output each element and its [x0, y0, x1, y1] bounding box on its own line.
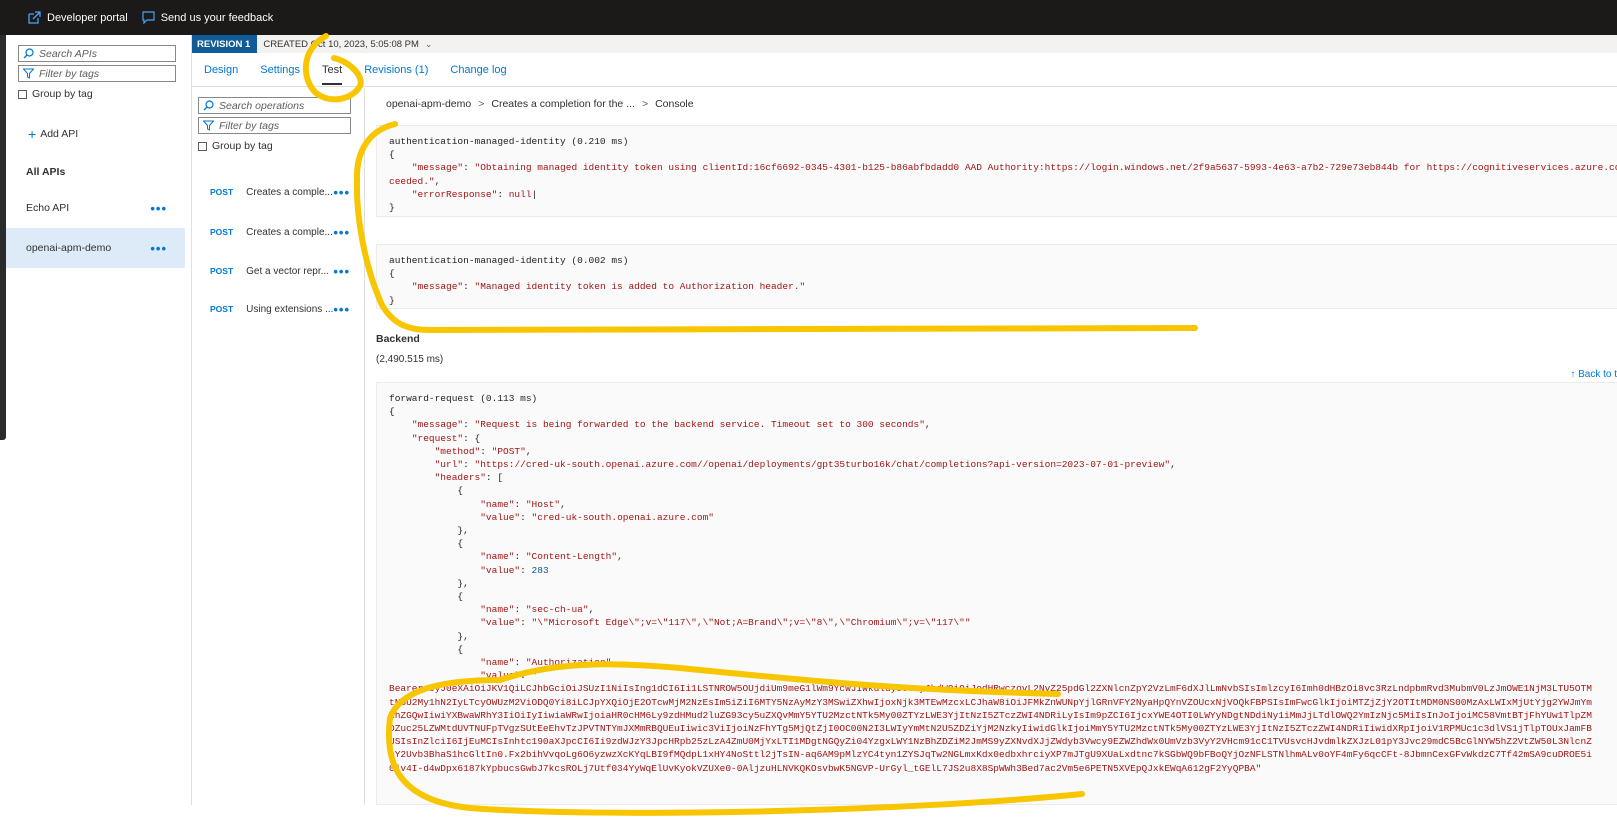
- operation-label: Using extensions ...: [246, 303, 334, 315]
- revision-bar: REVISION 1 CREATED Oct 10, 2023, 5:05:08…: [192, 35, 1617, 53]
- plus-icon: +: [28, 126, 37, 142]
- filter-tags-placeholder: Filter by tags: [39, 67, 100, 80]
- breadcrumb-api[interactable]: openai-apm-demo: [386, 98, 471, 110]
- search-apis-placeholder: Search APIs: [39, 47, 97, 60]
- revision-created: CREATED Oct 10, 2023, 5:05:08 PM: [263, 38, 419, 50]
- all-apis-heading: All APIs: [26, 166, 66, 178]
- method-badge: POST: [210, 187, 234, 197]
- header-name: Content-Length: [531, 551, 612, 563]
- tab-settings[interactable]: Settings: [260, 58, 300, 82]
- checkbox-box[interactable]: [198, 141, 207, 151]
- group-by-tag-checkbox[interactable]: Group by tag: [198, 140, 273, 152]
- filter-icon: [203, 120, 214, 131]
- more-options-icon[interactable]: •••: [333, 185, 350, 200]
- more-options-icon[interactable]: •••: [150, 241, 167, 256]
- filter-tags-input[interactable]: Filter by tags: [198, 117, 351, 134]
- trace-header: authentication-managed-identity (0.002 m…: [389, 255, 629, 266]
- request-method: POST: [497, 445, 521, 457]
- group-by-tag-label: Group by tag: [32, 88, 93, 100]
- developer-portal-label: Developer portal: [47, 11, 128, 24]
- feedback-link[interactable]: Send us your feedback: [142, 11, 274, 24]
- method-badge: POST: [210, 266, 234, 276]
- more-options-icon[interactable]: •••: [333, 264, 350, 279]
- top-bar: Developer portal Send us your feedback: [0, 0, 1617, 35]
- method-badge: POST: [210, 227, 234, 237]
- tab-change-log[interactable]: Change log: [450, 58, 506, 82]
- filter-tags-placeholder: Filter by tags: [219, 119, 280, 132]
- api-list-pane: Search APIs Filter by tags Group by tag …: [6, 35, 192, 805]
- chevron-right-icon: >: [641, 98, 649, 110]
- more-options-icon[interactable]: •••: [150, 201, 167, 216]
- filter-tags-input[interactable]: Filter by tags: [18, 65, 176, 82]
- authorization-token: Bearer eyJ0eXAiOiJKV1QiLCJhbGciOiJSUzI1N…: [389, 683, 1592, 774]
- back-to-top-link[interactable]: ↑ Back to t: [1570, 369, 1617, 380]
- trace-message-cont: ceeded.: [389, 175, 429, 187]
- method-badge: POST: [210, 304, 234, 314]
- more-options-icon[interactable]: •••: [333, 302, 350, 317]
- tab-revisions[interactable]: Revisions (1): [364, 58, 428, 82]
- header-value: 283: [531, 564, 549, 576]
- breadcrumb-operation[interactable]: Creates a completion for the ...: [491, 98, 635, 110]
- search-operations-placeholder: Search operations: [219, 99, 305, 112]
- add-api-label: Add API: [40, 128, 79, 140]
- search-icon: [203, 100, 214, 111]
- trace-block-auth-1: authentication-managed-identity (0.210 m…: [376, 125, 1617, 217]
- external-link-icon: [28, 11, 41, 24]
- add-api-button[interactable]: + Add API: [28, 126, 79, 142]
- header-name: sec-ch-ua: [531, 604, 583, 616]
- operations-pane: Search operations Filter by tags Group b…: [192, 88, 365, 805]
- trace-console: authentication-managed-identity (0.210 m…: [365, 117, 1617, 805]
- backend-duration: (2,490.515 ms): [376, 354, 444, 365]
- chevron-down-icon[interactable]: ⌄: [425, 39, 433, 50]
- feedback-icon: [142, 11, 155, 24]
- operation-item[interactable]: POST Creates a comple... •••: [192, 213, 364, 251]
- header-value: \"Microsoft Edge\";v=\"117\",\"Not;A=Bra…: [537, 617, 965, 629]
- trace-block-forward-request: forward-request (0.113 ms) { "message": …: [376, 382, 1617, 805]
- operation-item[interactable]: POST Using extensions ... •••: [192, 290, 364, 328]
- operation-item[interactable]: POST Creates a comple... •••: [192, 173, 364, 211]
- header-name: Authorization: [531, 657, 606, 669]
- tab-test[interactable]: Test: [322, 58, 343, 85]
- developer-portal-link[interactable]: Developer portal: [28, 11, 128, 24]
- api-item-label: openai-apm-demo: [26, 242, 112, 254]
- trace-message: Obtaining managed identity token using c…: [480, 162, 1617, 174]
- more-options-icon[interactable]: •••: [333, 225, 350, 240]
- backend-section-title: Backend: [376, 333, 420, 345]
- api-item-openai-apm-demo[interactable]: openai-apm-demo •••: [6, 228, 185, 268]
- tab-design[interactable]: Design: [204, 58, 238, 82]
- trace-message: Request is being forwarded to the backen…: [480, 419, 920, 431]
- header-name: Host: [531, 498, 555, 510]
- trace-block-auth-2: authentication-managed-identity (0.002 m…: [376, 244, 1617, 309]
- operation-item[interactable]: POST Get a vector repr... •••: [192, 252, 364, 290]
- request-url: https://cred-uk-south.openai.azure.com//…: [480, 459, 1165, 471]
- operation-label: Creates a comple...: [246, 226, 333, 238]
- trace-header: forward-request (0.113 ms): [389, 393, 538, 404]
- filter-icon: [23, 68, 34, 79]
- group-by-tag-label: Group by tag: [212, 140, 273, 152]
- search-operations-input[interactable]: Search operations: [198, 97, 351, 114]
- group-by-tag-checkbox[interactable]: Group by tag: [18, 88, 93, 100]
- search-apis-input[interactable]: Search APIs: [18, 45, 176, 62]
- api-item-label: Echo API: [26, 202, 70, 214]
- breadcrumb: openai-apm-demo > Creates a completion f…: [386, 98, 694, 110]
- breadcrumb-console: Console: [655, 98, 694, 110]
- checkbox-box[interactable]: [18, 89, 27, 99]
- trace-message: Managed identity token is added to Autho…: [480, 281, 800, 293]
- trace-header: authentication-managed-identity (0.210 m…: [389, 136, 629, 147]
- chevron-right-icon: >: [478, 98, 485, 110]
- operation-label: Creates a comple...: [246, 186, 333, 198]
- error-response-value: null: [508, 188, 532, 200]
- tab-bar: Design Settings Test Revisions (1) Chang…: [192, 53, 1617, 87]
- api-item-echo[interactable]: Echo API •••: [6, 188, 185, 228]
- header-value: cred-uk-south.openai.azure.com: [537, 511, 709, 523]
- search-icon: [23, 48, 34, 59]
- feedback-label: Send us your feedback: [160, 11, 274, 24]
- revision-badge: REVISION 1: [192, 35, 258, 53]
- operation-label: Get a vector repr...: [246, 265, 329, 277]
